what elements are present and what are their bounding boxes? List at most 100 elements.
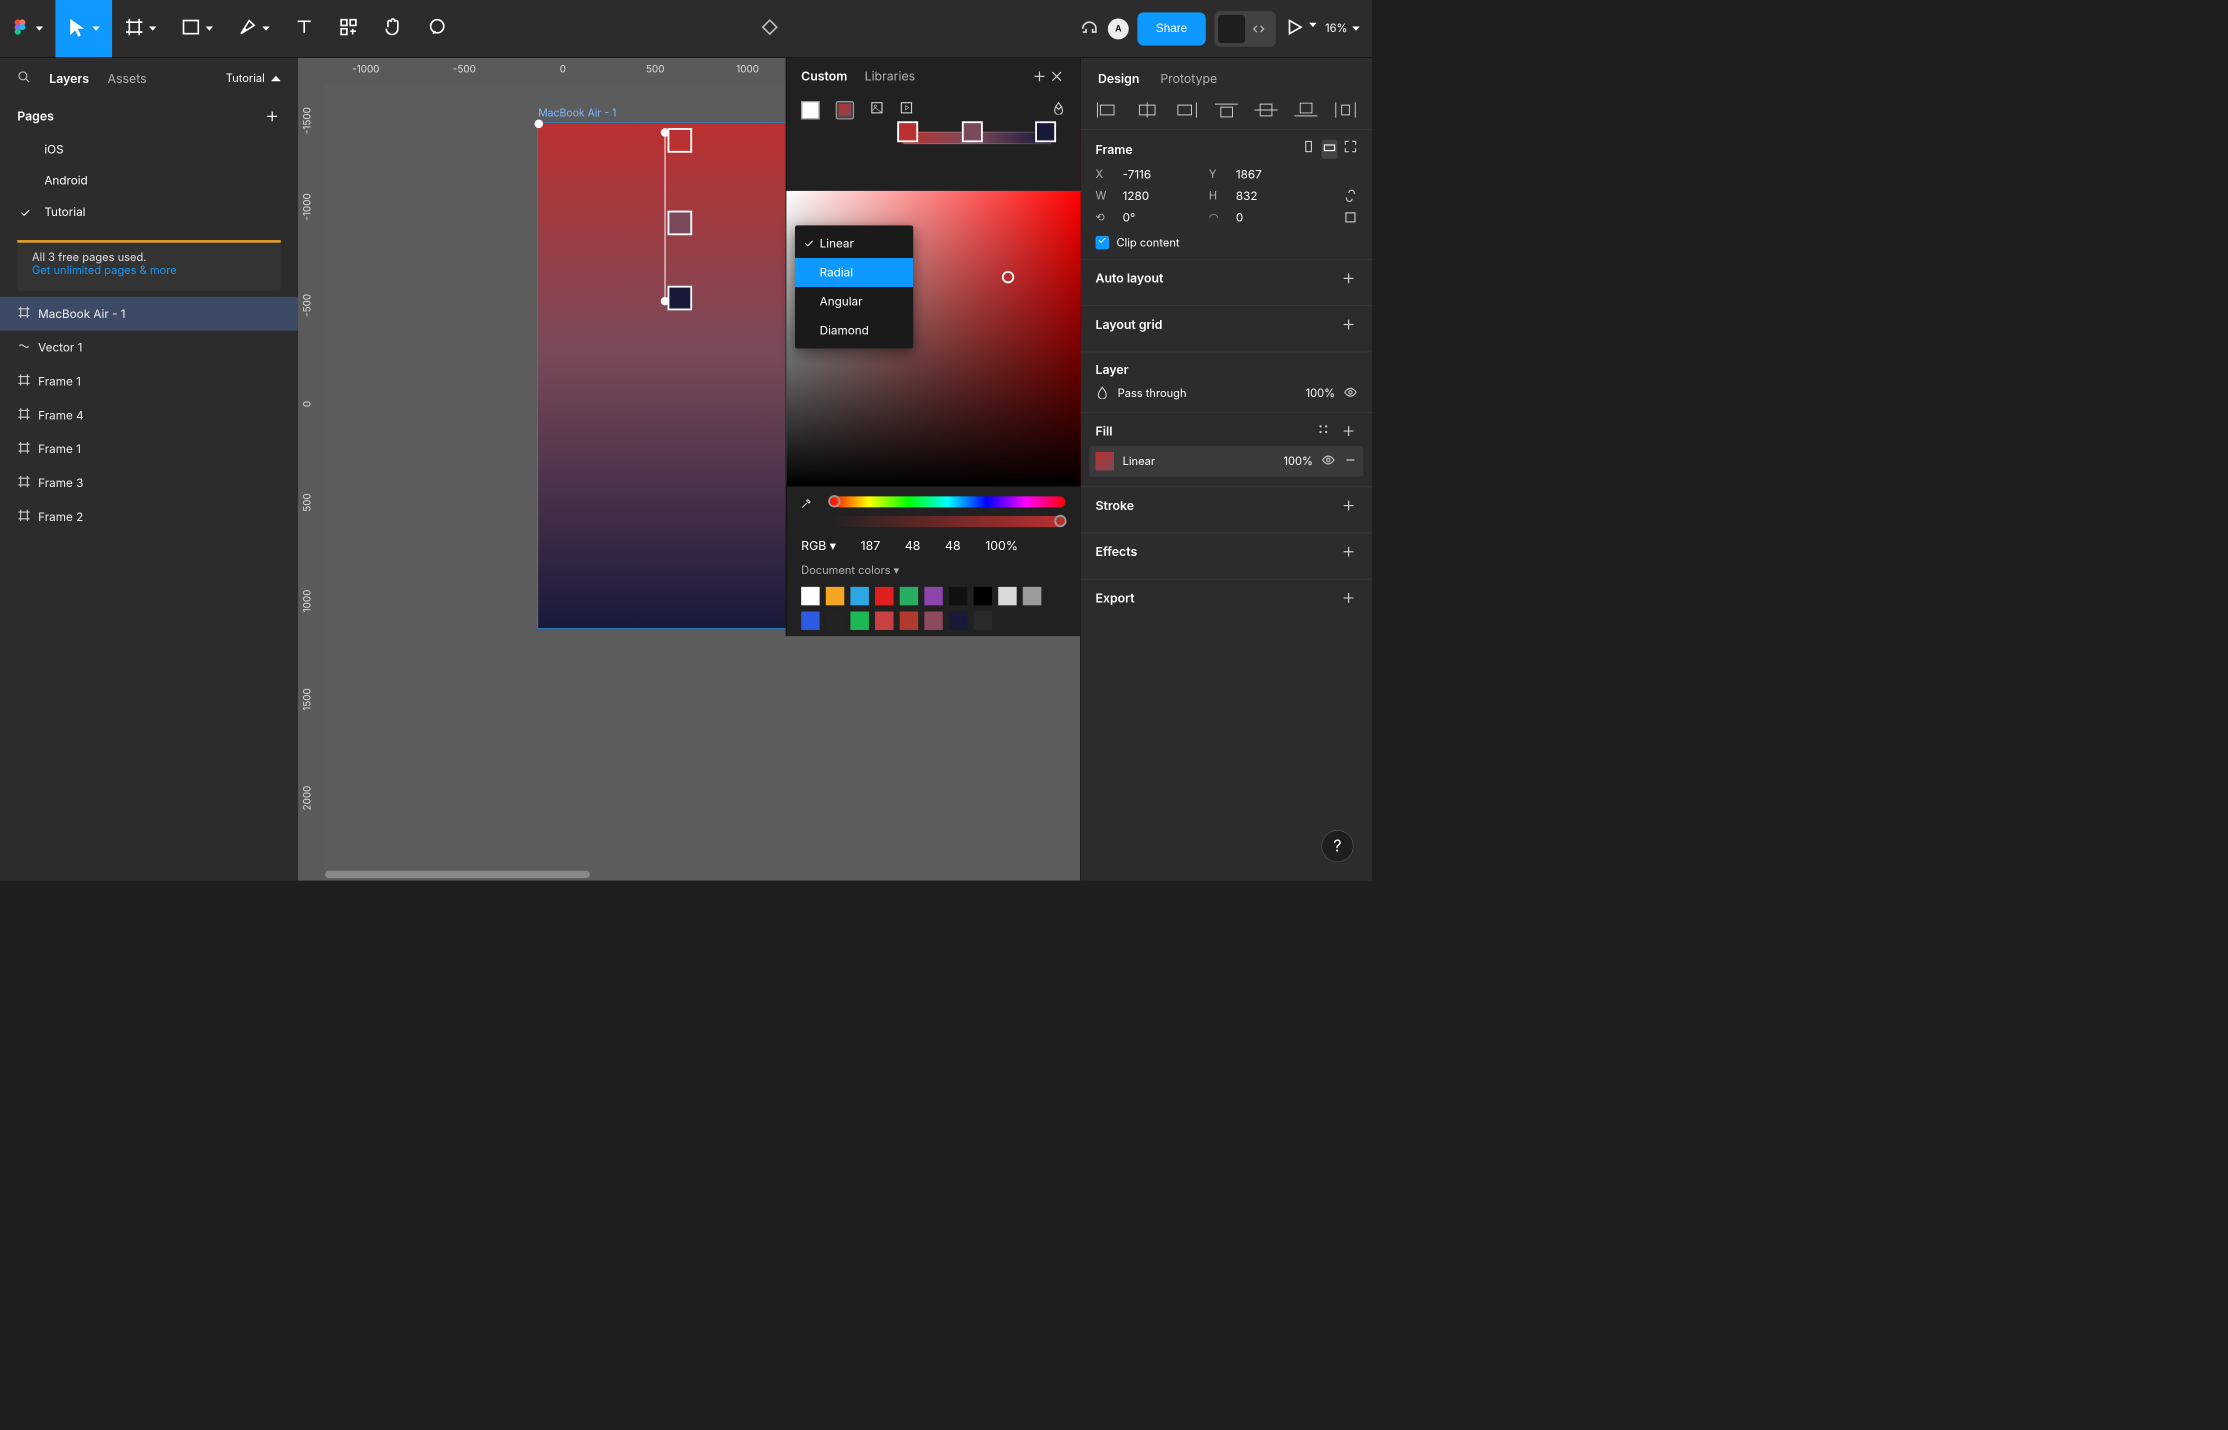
swatch[interactable]	[900, 611, 918, 629]
swatch[interactable]	[924, 611, 942, 629]
fill-opacity-input[interactable]: 100%	[1283, 455, 1312, 468]
swatch[interactable]	[850, 611, 868, 629]
layer-opacity-input[interactable]: 100%	[1306, 387, 1335, 400]
landscape-orientation-icon[interactable]	[1322, 140, 1338, 159]
gradient-type-linear[interactable]: Linear	[795, 229, 913, 258]
blend-mode-select[interactable]: Pass through	[1118, 387, 1187, 400]
swatch[interactable]	[974, 611, 992, 629]
swatch[interactable]	[850, 587, 868, 605]
gradient-type-angular[interactable]: Angular	[795, 287, 913, 316]
close-color-panel-button[interactable]	[1048, 68, 1065, 85]
gradient-type-dropdown[interactable]: Linear Radial Angular Diamond	[795, 225, 913, 348]
gradient-axis[interactable]	[664, 132, 665, 304]
add-export-button[interactable]	[1340, 589, 1357, 606]
fill-gradient-button[interactable]	[836, 101, 854, 119]
layer-item[interactable]: Frame 1	[0, 432, 298, 466]
tab-libraries[interactable]: Libraries	[865, 69, 916, 84]
text-tool-button[interactable]	[282, 0, 326, 57]
swatch[interactable]	[801, 611, 819, 629]
fill-type-label[interactable]: Linear	[1123, 455, 1155, 468]
page-item[interactable]: iOS	[0, 134, 298, 165]
align-right-icon[interactable]	[1175, 102, 1198, 120]
color-g-input[interactable]: 48	[905, 538, 921, 553]
share-button[interactable]: Share	[1137, 12, 1205, 45]
color-a-input[interactable]: 100%	[985, 538, 1018, 553]
distribute-icon[interactable]	[1334, 102, 1357, 120]
swatch[interactable]	[826, 587, 844, 605]
gradient-stop-2[interactable]	[962, 121, 983, 142]
doc-colors-heading[interactable]: Document colors	[801, 564, 890, 577]
add-layout-grid-button[interactable]	[1340, 316, 1357, 333]
gradient-stop-2[interactable]	[668, 211, 693, 236]
zoom-select[interactable]: 16%	[1325, 22, 1360, 35]
resize-to-fit-icon[interactable]	[1344, 140, 1358, 159]
fill-styles-icon[interactable]	[1317, 422, 1331, 439]
swatch[interactable]	[900, 587, 918, 605]
selection-handle-nw[interactable]	[535, 119, 544, 128]
align-top-icon[interactable]	[1215, 102, 1238, 120]
swatch[interactable]	[974, 587, 992, 605]
swatch[interactable]	[801, 587, 819, 605]
alpha-slider[interactable]	[829, 516, 1065, 527]
alpha-handle[interactable]	[1054, 515, 1066, 527]
swatch[interactable]	[924, 587, 942, 605]
fill-solid-button[interactable]	[801, 101, 819, 119]
add-stroke-button[interactable]	[1340, 497, 1357, 514]
gradient-type-diamond[interactable]: Diamond	[795, 316, 913, 345]
gradient-type-radial[interactable]: Radial	[795, 258, 913, 287]
swatch[interactable]	[998, 587, 1016, 605]
color-b-input[interactable]: 48	[945, 538, 961, 553]
create-style-button[interactable]	[1031, 68, 1048, 85]
align-center-v-icon[interactable]	[1254, 102, 1277, 120]
gradient-stop-3[interactable]	[668, 286, 693, 311]
canvas-scrollbar-horizontal[interactable]	[325, 871, 590, 878]
move-tool-button[interactable]	[55, 0, 112, 57]
fill-video-icon[interactable]	[900, 101, 914, 119]
portrait-orientation-icon[interactable]	[1302, 140, 1316, 159]
gradient-stop-3[interactable]	[1035, 121, 1056, 142]
resources-button[interactable]	[326, 0, 370, 57]
hue-slider[interactable]	[829, 496, 1065, 507]
present-button[interactable]	[1284, 17, 1316, 40]
search-icon[interactable]	[17, 70, 31, 87]
swatch[interactable]	[875, 587, 893, 605]
frame-tool-button[interactable]	[112, 0, 169, 57]
link-wh-icon[interactable]	[1344, 189, 1358, 211]
layer-item[interactable]: Frame 2	[0, 500, 298, 534]
rotation-input[interactable]: 0°	[1123, 211, 1185, 225]
align-center-h-icon[interactable]	[1135, 102, 1158, 120]
align-bottom-icon[interactable]	[1294, 102, 1317, 120]
tab-assets[interactable]: Assets	[108, 71, 147, 86]
dev-mode-toggle[interactable]	[1214, 11, 1276, 47]
add-auto-layout-button[interactable]	[1340, 270, 1357, 287]
frame-label[interactable]: MacBook Air - 1	[538, 107, 616, 119]
fill-image-icon[interactable]	[870, 101, 884, 119]
main-menu-button[interactable]	[0, 0, 55, 57]
gradient-stop-1[interactable]	[668, 128, 693, 153]
layer-item[interactable]: Frame 3	[0, 466, 298, 500]
color-mode-select[interactable]: RGB ▾	[801, 538, 836, 553]
upgrade-link[interactable]: Get unlimited pages & more	[32, 264, 177, 277]
swatch[interactable]	[826, 611, 844, 629]
avatar[interactable]: A	[1108, 18, 1129, 39]
layer-item[interactable]: Frame 4	[0, 398, 298, 432]
swatch[interactable]	[949, 611, 967, 629]
x-input[interactable]: -7116	[1123, 167, 1185, 181]
swatch[interactable]	[1023, 587, 1041, 605]
independent-corners-icon[interactable]	[1344, 211, 1358, 233]
color-field-handle[interactable]	[1002, 271, 1014, 283]
diamond-sparkle-icon[interactable]	[760, 17, 780, 40]
add-page-button[interactable]	[264, 108, 281, 125]
page-selector[interactable]: Tutorial	[226, 72, 281, 85]
help-button[interactable]: ?	[1322, 830, 1354, 862]
y-input[interactable]: 1867	[1236, 167, 1298, 181]
page-item[interactable]: Tutorial	[0, 196, 298, 227]
eyedropper-icon[interactable]	[800, 496, 814, 513]
hue-handle[interactable]	[828, 495, 840, 507]
tab-prototype[interactable]: Prototype	[1160, 71, 1217, 86]
fill-swatch[interactable]	[1096, 452, 1114, 470]
layer-item[interactable]: MacBook Air - 1	[0, 297, 298, 331]
swatch[interactable]	[875, 611, 893, 629]
height-input[interactable]: 832	[1236, 189, 1298, 203]
frame-section-heading[interactable]: Frame	[1096, 142, 1133, 157]
